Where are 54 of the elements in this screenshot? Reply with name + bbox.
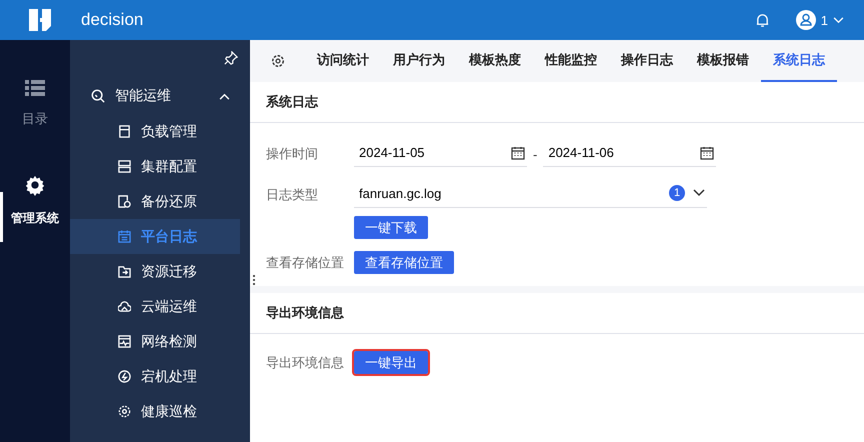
menu-item[interactable]: 集群配置 [70, 149, 240, 184]
server-icon [118, 160, 131, 173]
date-field[interactable]: 2024-11-05 [354, 141, 527, 167]
bolt-icon [118, 370, 131, 383]
field-label: 操作时间 [266, 145, 319, 163]
range-separator: - [533, 146, 538, 162]
calendar-icon [511, 146, 525, 160]
field-label: 查看存储位置 [266, 254, 345, 272]
drag-handle-icon[interactable] [253, 275, 255, 285]
log-type-select[interactable]: fanruan.gc.log 1 [354, 181, 707, 208]
download-button[interactable]: 一键下载 [354, 216, 428, 239]
menu-group[interactable]: 智能运维 [70, 82, 250, 110]
menu-item[interactable]: 健康巡检 [70, 394, 240, 429]
date-field[interactable]: 2024-11-06 [543, 141, 716, 167]
card-icon [118, 125, 131, 138]
settings-icon [24, 174, 46, 196]
gear-icon [118, 405, 131, 418]
logo-icon [27, 7, 53, 33]
app-name: decision [81, 10, 144, 30]
menu-item[interactable]: 负载管理 [70, 114, 240, 149]
search-icon [91, 89, 105, 103]
user-avatar-icon [796, 10, 816, 30]
cloud-icon [118, 300, 131, 313]
menu-item[interactable]: 宕机处理 [70, 359, 240, 394]
settings-icon[interactable] [271, 54, 285, 68]
field-label: 导出环境信息 [266, 354, 345, 372]
menu-item[interactable]: 资源迁移 [70, 254, 240, 289]
backup-icon [118, 195, 131, 208]
calendar-icon [118, 230, 131, 243]
storage-location-button[interactable]: 查看存储位置 [354, 251, 454, 274]
tab[interactable]: 用户行为 [381, 40, 457, 82]
section-title: 导出环境信息 [250, 293, 864, 334]
chevron-down-icon [693, 189, 705, 197]
menu-item[interactable]: 网络检测 [70, 324, 240, 359]
tab[interactable]: 模板热度 [457, 40, 533, 82]
section-title: 系统日志 [250, 82, 864, 123]
folder-icon [118, 265, 131, 278]
pin-icon[interactable] [224, 51, 238, 65]
export-button[interactable]: 一键导出 [354, 351, 428, 374]
monitor-icon [118, 335, 131, 348]
user-menu[interactable]: 1 [796, 10, 844, 30]
tab[interactable]: 性能监控 [533, 40, 609, 82]
tab[interactable]: 访问统计 [305, 40, 381, 82]
tab[interactable]: 模板报错 [685, 40, 761, 82]
calendar-icon [700, 146, 714, 160]
list-icon [25, 80, 45, 96]
field-label: 日志类型 [266, 186, 319, 204]
menu-item[interactable]: 云端运维 [70, 289, 240, 324]
tab[interactable]: 操作日志 [609, 40, 685, 82]
bell-icon[interactable] [754, 12, 770, 28]
rail-item[interactable]: 目录 [0, 76, 70, 132]
menu-item[interactable]: 备份还原 [70, 184, 240, 219]
count-badge: 1 [669, 185, 685, 201]
chevron-down-icon [833, 16, 844, 24]
